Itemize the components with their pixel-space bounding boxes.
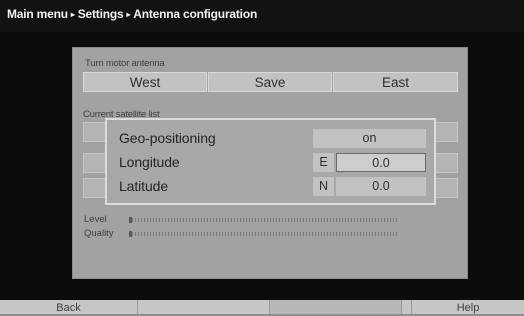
latitude-value[interactable]: 0.0 — [336, 177, 426, 196]
softkey-3[interactable] — [270, 300, 402, 314]
west-button[interactable]: West — [83, 72, 207, 92]
softkey-4[interactable] — [402, 300, 412, 314]
breadcrumb-item-main-menu: Main menu — [7, 7, 68, 21]
east-button[interactable]: East — [333, 72, 458, 92]
softkey-2[interactable] — [138, 300, 270, 314]
geo-positioning-value[interactable]: on — [313, 129, 426, 148]
quality-meter — [129, 231, 399, 237]
turn-motor-antenna-label: Turn motor antenna — [85, 58, 165, 69]
quality-meter-fill — [129, 231, 132, 237]
back-softkey[interactable]: Back — [0, 300, 138, 314]
latitude-direction[interactable]: N — [313, 177, 334, 196]
title-bar: Main menu ▸ Settings ▸ Antenna configuration — [0, 0, 524, 32]
softkey-bar: Back Help — [0, 300, 524, 314]
save-button[interactable]: Save — [208, 72, 332, 92]
breadcrumb-item-settings: Settings — [77, 7, 124, 21]
tv-screen: Main menu ▸ Settings ▸ Antenna configuration… — [0, 0, 524, 314]
breadcrumb-item-antenna-configuration: Antenna configuration — [133, 7, 258, 21]
quality-label: Quality — [84, 228, 114, 239]
level-meter-fill — [129, 217, 132, 223]
longitude-label: Longitude — [119, 154, 180, 170]
geo-positioning-dialog: Geo-positioning on Longitude E 0.0 Latit… — [105, 118, 436, 205]
latitude-label: Latitude — [119, 178, 169, 194]
longitude-value[interactable]: 0.0 — [336, 153, 426, 172]
breadcrumb-separator-icon: ▸ — [126, 10, 131, 19]
help-softkey[interactable]: Help — [412, 300, 524, 314]
level-label: Level — [84, 214, 107, 225]
level-meter — [129, 217, 399, 223]
breadcrumb-separator-icon: ▸ — [70, 10, 75, 19]
geo-positioning-label: Geo-positioning — [119, 130, 216, 146]
breadcrumb: Main menu ▸ Settings ▸ Antenna configuration — [7, 7, 257, 21]
longitude-direction[interactable]: E — [313, 153, 334, 172]
